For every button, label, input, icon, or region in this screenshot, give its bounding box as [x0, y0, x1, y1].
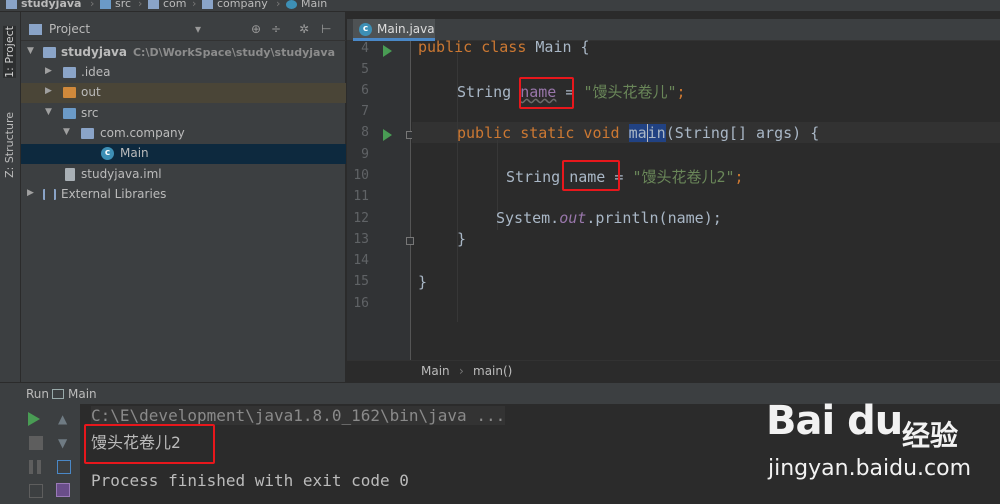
- code-line-13[interactable]: }: [457, 230, 466, 248]
- class-icon: c: [359, 23, 372, 36]
- scroll-down-icon[interactable]: ▼: [58, 436, 72, 450]
- collapsed-arrow-icon[interactable]: ▶: [27, 188, 34, 198]
- package-icon: [81, 128, 94, 139]
- settings-gear-icon[interactable]: ✲: [299, 22, 309, 36]
- package-icon: [148, 0, 159, 9]
- package-icon: [202, 0, 213, 9]
- breadcrumb-separator: ›: [138, 0, 143, 10]
- line-number: 16: [353, 296, 369, 311]
- code-line-10[interactable]: String name = "馒头花卷儿2";: [506, 166, 744, 187]
- breadcrumb-separator: ›: [192, 0, 197, 10]
- tree-item-studyjava[interactable]: ▼ studyjava C:\D\WorkSpace\study\studyjav…: [21, 43, 346, 63]
- scroll-up-icon[interactable]: ▲: [58, 412, 72, 426]
- editor-breadcrumb-bar: Main › main(): [347, 360, 1000, 382]
- left-tool-strip: 1: Project Z: Structure: [0, 12, 21, 382]
- code-line-8[interactable]: public static void main(String[] args) {: [457, 124, 819, 142]
- line-number: 15: [353, 274, 369, 289]
- tree-item-idea[interactable]: ▶ .idea: [21, 63, 346, 83]
- code-line-15[interactable]: }: [418, 273, 427, 291]
- tree-item-src[interactable]: ▼ src: [21, 104, 346, 124]
- dump-threads-icon[interactable]: [29, 484, 43, 498]
- soft-wrap-icon[interactable]: [57, 460, 71, 474]
- folder-icon: [63, 67, 76, 78]
- console-command-line: C:\E\development\java1.8.0_162\bin\java …: [91, 406, 506, 425]
- code-editor: c Main.java 4 5 6 7 8 9 10 11 12 13 14 1…: [347, 12, 1000, 382]
- console-exit-message: Process finished with exit code 0: [91, 471, 409, 490]
- line-number: 11: [353, 189, 369, 204]
- line-number: 7: [361, 104, 369, 119]
- library-icon: [43, 189, 56, 200]
- rerun-icon[interactable]: [28, 412, 40, 426]
- highlight-box-local-name: [562, 160, 620, 191]
- collapsed-arrow-icon[interactable]: ▶: [45, 66, 52, 76]
- run-panel-title: Run: [26, 387, 50, 401]
- line-number: 8: [361, 125, 369, 140]
- tree-item-com-company[interactable]: ▼ com.company: [21, 124, 346, 144]
- structure-tool-tab[interactable]: Z: Structure: [3, 112, 16, 178]
- line-number: 14: [353, 253, 369, 268]
- print-icon[interactable]: [56, 483, 70, 497]
- baidu-jingyan-watermark: Bai du 经验 jingyan.baidu.com: [766, 398, 972, 481]
- editor-crumb-method[interactable]: main(): [473, 364, 512, 378]
- tree-item-studyjava-iml[interactable]: studyjava.iml: [21, 165, 346, 185]
- module-folder-icon: [43, 47, 56, 58]
- pause-icon[interactable]: [29, 460, 41, 474]
- project-tool-tab[interactable]: 1: Project: [3, 26, 16, 78]
- hide-panel-icon[interactable]: ⊢: [321, 22, 331, 36]
- tree-item-main[interactable]: c Main: [21, 144, 346, 164]
- line-number: 9: [361, 147, 369, 162]
- line-number: 4: [361, 41, 369, 56]
- run-class-icon[interactable]: [383, 45, 392, 57]
- tree-item-out[interactable]: ▶ out: [21, 83, 346, 103]
- project-path: C:\D\WorkSpace\study\studyjava: [132, 46, 336, 59]
- breadcrumb-separator: ›: [90, 0, 95, 10]
- run-toolbar: ▲ ▼: [0, 404, 80, 504]
- editor-crumb-separator: ›: [459, 364, 464, 378]
- highlight-box-field-name: [519, 77, 574, 109]
- line-number: 6: [361, 83, 369, 98]
- line-number: 12: [353, 211, 369, 226]
- tree-item-external-libraries[interactable]: ▶ External Libraries: [21, 185, 346, 205]
- project-view-icon: [29, 24, 42, 35]
- breadcrumb-main[interactable]: Main: [286, 0, 327, 10]
- run-method-icon[interactable]: [383, 129, 392, 141]
- project-panel: Project ▾ ⊕ ÷ ✲ ⊢ ▼ studyjava C:\D\WorkSp…: [21, 12, 346, 382]
- class-icon: [286, 0, 297, 9]
- expanded-arrow-icon[interactable]: ▼: [63, 127, 70, 137]
- code-line-4[interactable]: public class Main {: [418, 38, 590, 56]
- class-icon: c: [101, 147, 114, 160]
- project-panel-title: Project: [49, 22, 91, 36]
- view-dropdown-icon[interactable]: ▾: [195, 22, 201, 36]
- navigation-breadcrumb: studyjava › src › com › company › Main: [0, 0, 1000, 12]
- stop-icon[interactable]: [29, 436, 43, 450]
- breadcrumb-separator: ›: [276, 0, 281, 10]
- breadcrumb-company[interactable]: company: [202, 0, 268, 10]
- code-line-12[interactable]: System.out.println(name);: [496, 209, 722, 227]
- breadcrumb-com[interactable]: com: [148, 0, 187, 10]
- expanded-arrow-icon[interactable]: ▼: [45, 107, 52, 117]
- breadcrumb-src[interactable]: src: [100, 0, 131, 10]
- breadcrumb-project[interactable]: studyjava: [6, 0, 81, 10]
- fold-marker-icon[interactable]: [406, 237, 414, 245]
- line-number: 10: [353, 168, 369, 183]
- project-folder-icon: [6, 0, 17, 9]
- project-panel-header: Project ▾ ⊕ ÷ ✲ ⊢: [21, 19, 346, 41]
- folder-icon: [100, 0, 111, 9]
- source-folder-icon: [63, 108, 76, 119]
- collapsed-arrow-icon[interactable]: ▶: [45, 86, 52, 96]
- scroll-from-source-icon[interactable]: ⊕: [251, 22, 261, 36]
- collapse-all-icon[interactable]: ÷: [271, 22, 281, 36]
- expanded-arrow-icon[interactable]: ▼: [27, 46, 34, 56]
- highlight-box-output: [84, 424, 215, 464]
- line-number: 13: [353, 232, 369, 247]
- run-config-icon: [52, 389, 64, 399]
- run-config-name[interactable]: Main: [68, 387, 97, 401]
- line-number-gutter: 4 5 6 7 8 9 10 11 12 13 14 15 16: [347, 41, 414, 368]
- editor-crumb-class[interactable]: Main: [421, 364, 450, 378]
- line-number: 5: [361, 62, 369, 77]
- excluded-folder-icon: [63, 87, 76, 98]
- file-icon: [65, 168, 75, 181]
